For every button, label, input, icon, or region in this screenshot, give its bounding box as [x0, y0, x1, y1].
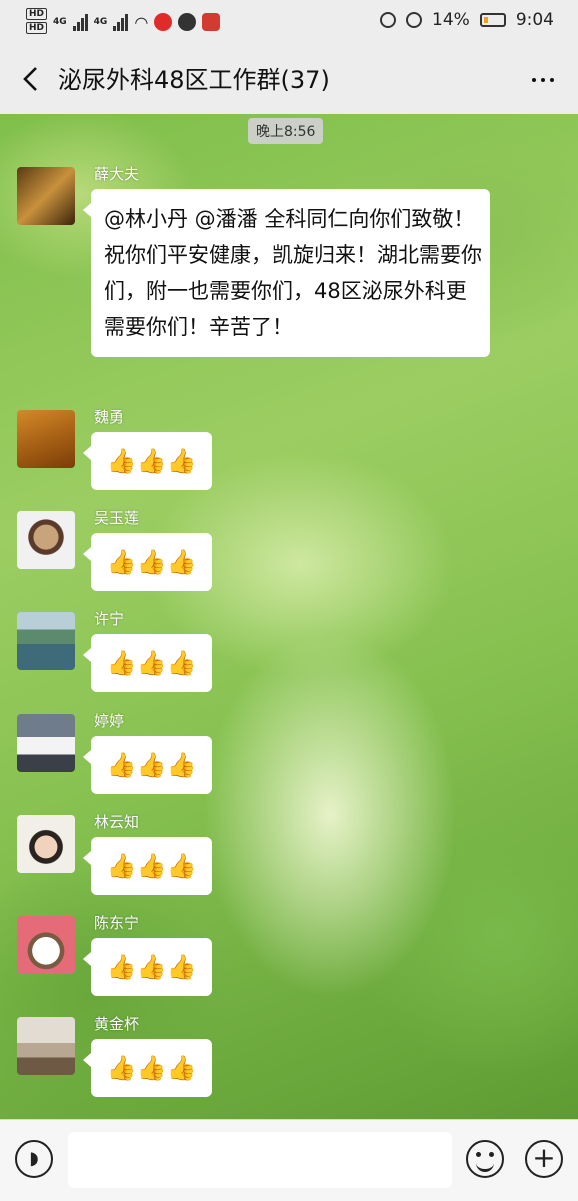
avatar[interactable] [17, 410, 75, 468]
plus-icon[interactable]: + [525, 1140, 563, 1178]
back-arrow-icon[interactable] [18, 64, 44, 94]
avatar[interactable] [17, 714, 75, 772]
signal-icon [113, 13, 129, 31]
battery-icon [479, 13, 506, 27]
message-bubble[interactable]: 👍👍👍 [83, 432, 212, 490]
clock: 9:04 [515, 10, 554, 30]
sender-name: 魏勇 [94, 408, 125, 426]
message-bubble[interactable]: 👍👍👍 [83, 1039, 212, 1097]
network-type-2: 4G [93, 17, 108, 27]
avatar[interactable] [17, 815, 75, 873]
message-bubble[interactable]: 👍👍👍 [83, 837, 212, 895]
chat-area[interactable]: 晚上8:56 薛大夫 @林小丹 @潘潘 全科同仁向你们致敬！祝你们平安健康，凯旋… [0, 114, 578, 1119]
avatar[interactable] [17, 612, 75, 670]
network-type-1: 4G [53, 17, 67, 27]
message-notification-icon [178, 13, 197, 31]
message-bubble[interactable]: 👍👍👍 [83, 736, 212, 794]
sender-name: 许宁 [94, 610, 125, 628]
app-notification-icon [154, 13, 173, 31]
message-bubble[interactable]: 👍👍👍 [83, 634, 212, 692]
vibrate-icon [380, 12, 397, 28]
emoji-icon[interactable] [466, 1140, 504, 1178]
app-notification-icon [202, 13, 221, 31]
voice-input-icon[interactable]: ◗ [15, 1140, 53, 1178]
wifi-icon: ◠ [134, 12, 149, 32]
avatar[interactable] [17, 167, 75, 225]
avatar[interactable] [17, 916, 75, 974]
sender-name: 林云知 [94, 813, 140, 831]
more-options-icon[interactable] [532, 78, 554, 82]
input-bar: ◗ + [0, 1119, 578, 1201]
hd-indicator: HD HD [26, 8, 48, 36]
status-bar: HD HD 4G 4G ◠ 14% 9:04 [0, 0, 578, 44]
sender-name: 婷婷 [94, 712, 125, 730]
sender-name: 黄金杯 [94, 1015, 140, 1033]
avatar[interactable] [17, 1017, 75, 1075]
battery-percent: 14% [432, 10, 470, 30]
sender-name: 薛大夫 [94, 165, 140, 183]
avatar[interactable] [17, 511, 75, 569]
message-bubble[interactable]: @林小丹 @潘潘 全科同仁向你们致敬！祝你们平安健康，凯旋归来！湖北需要你们，附… [83, 189, 490, 357]
message-input[interactable] [68, 1132, 452, 1188]
message-bubble[interactable]: 👍👍👍 [83, 938, 212, 996]
chat-title: 泌尿外科48区工作群(37) [58, 66, 330, 94]
signal-icon [72, 13, 88, 31]
message-bubble[interactable]: 👍👍👍 [83, 533, 212, 591]
message-timestamp: 晚上8:56 [248, 118, 324, 144]
title-bar: 泌尿外科48区工作群(37) [0, 44, 578, 114]
sender-name: 吴玉莲 [94, 509, 140, 527]
alarm-icon [406, 12, 423, 28]
sender-name: 陈东宁 [94, 914, 140, 932]
